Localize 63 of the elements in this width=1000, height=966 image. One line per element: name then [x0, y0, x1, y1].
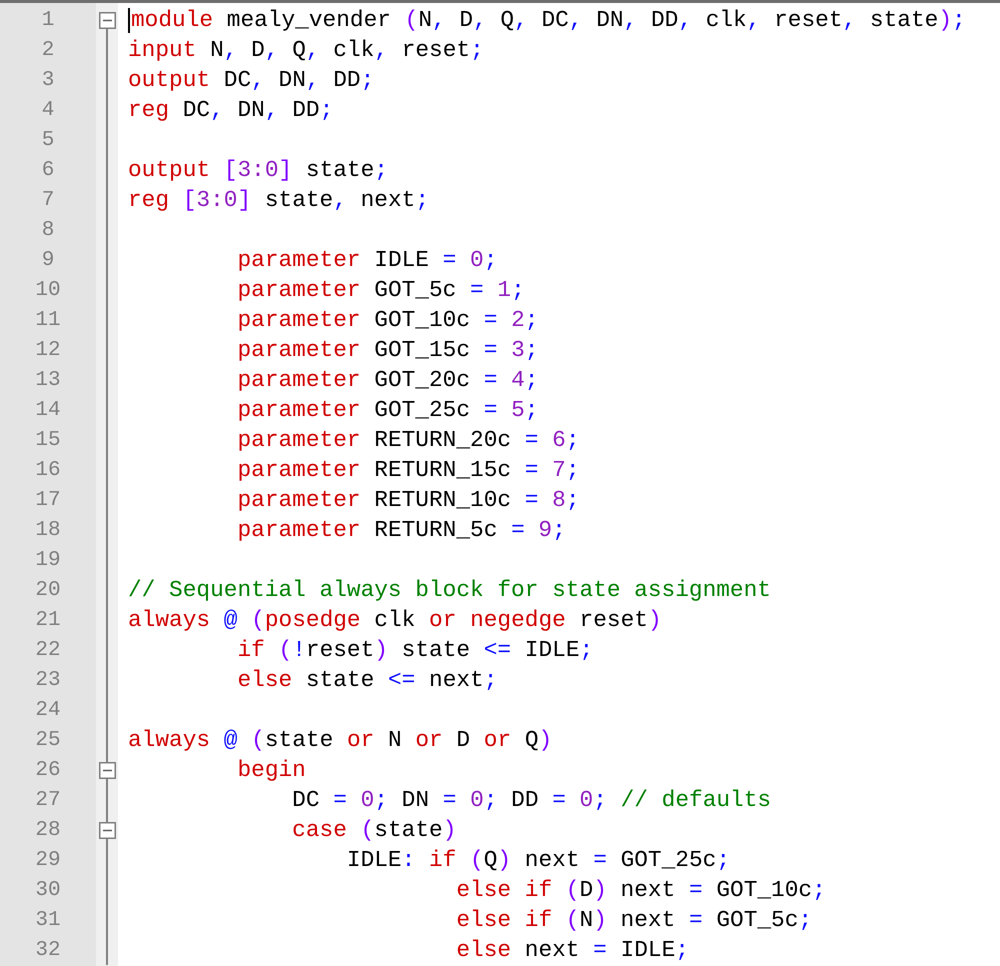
code-line: else state <= next; — [237, 667, 498, 693]
code-line: else next = IDLE; — [456, 937, 689, 963]
line-number: 13 — [34, 368, 62, 392]
code-line: parameter IDLE = 0; — [237, 247, 498, 273]
line-number: 15 — [34, 428, 62, 452]
code-line: parameter GOT_10c = 2; — [237, 307, 538, 333]
line-number: 24 — [34, 698, 62, 722]
code-line: case (state) — [292, 817, 456, 843]
code-line: parameter RETURN_5c = 9; — [237, 517, 566, 543]
code-line: parameter GOT_5c = 1; — [237, 277, 525, 303]
code-line: output [3:0] state; — [128, 157, 388, 183]
code-line: else if (D) next = GOT_10c; — [456, 877, 826, 903]
line-number: 1 — [40, 8, 56, 32]
line-number: 9 — [40, 248, 56, 272]
collapse-toggle[interactable] — [98, 12, 116, 28]
code-line: always @ (posedge clk or negedge reset) — [128, 607, 662, 633]
line-number: 27 — [34, 788, 62, 812]
code-line: else if (N) next = GOT_5c; — [456, 907, 812, 933]
collapse-toggle[interactable] — [98, 822, 116, 838]
line-number: 21 — [34, 608, 62, 632]
line-number: 3 — [40, 68, 56, 92]
line-number: 20 — [34, 578, 62, 602]
line-number: 29 — [34, 848, 62, 872]
code-line: parameter GOT_20c = 4; — [237, 367, 538, 393]
line-number: 12 — [34, 338, 62, 362]
code-line: always @ (state or N or D or Q) — [128, 727, 552, 753]
code-line: parameter GOT_15c = 3; — [237, 337, 538, 363]
code-line: DC = 0; DN = 0; DD = 0; // defaults — [292, 787, 772, 813]
line-number: 22 — [34, 638, 62, 662]
line-number: 8 — [40, 218, 56, 242]
line-number: 25 — [34, 728, 62, 752]
code-line: parameter GOT_25c = 5; — [237, 397, 538, 423]
line-number: 5 — [40, 128, 56, 152]
line-number: 26 — [34, 758, 62, 782]
line-number: 11 — [34, 308, 62, 332]
code-line: if (!reset) state <= IDLE; — [237, 637, 594, 663]
code-line: parameter RETURN_20c = 6; — [237, 427, 580, 453]
line-number: 4 — [40, 98, 56, 122]
line-number: 28 — [34, 818, 62, 842]
code-line: parameter RETURN_10c = 8; — [237, 487, 580, 513]
code-line: reg [3:0] state, next; — [128, 187, 430, 213]
line-number: 30 — [34, 878, 62, 902]
line-number: 32 — [34, 938, 62, 962]
line-number: 19 — [34, 548, 62, 572]
line-number: 31 — [34, 908, 62, 932]
line-number: 14 — [34, 398, 62, 422]
code-line: module mealy_vender (N, D, Q, DC, DN, DD, clk, reset, state); — [131, 7, 966, 33]
line-number: 17 — [34, 488, 62, 512]
code-line: input N, D, Q, clk, reset; — [128, 37, 484, 63]
line-number: 10 — [34, 278, 62, 302]
line-number: 23 — [34, 668, 62, 692]
line-number: 18 — [34, 518, 62, 542]
collapse-toggle[interactable] — [98, 762, 116, 778]
code-line: begin — [237, 757, 306, 783]
code-line: output DC, DN, DD; — [128, 67, 374, 93]
code-line: reg DC, DN, DD; — [128, 97, 334, 123]
line-number: 2 — [40, 38, 56, 62]
line-number: 6 — [40, 158, 56, 182]
code-comment: // Sequential always block for state assignment — [128, 577, 771, 603]
code-line: IDLE: if (Q) next = GOT_25c; — [346, 847, 730, 873]
line-number: 7 — [40, 188, 56, 212]
line-number: 16 — [34, 458, 62, 482]
code-line: parameter RETURN_15c = 7; — [237, 457, 580, 483]
